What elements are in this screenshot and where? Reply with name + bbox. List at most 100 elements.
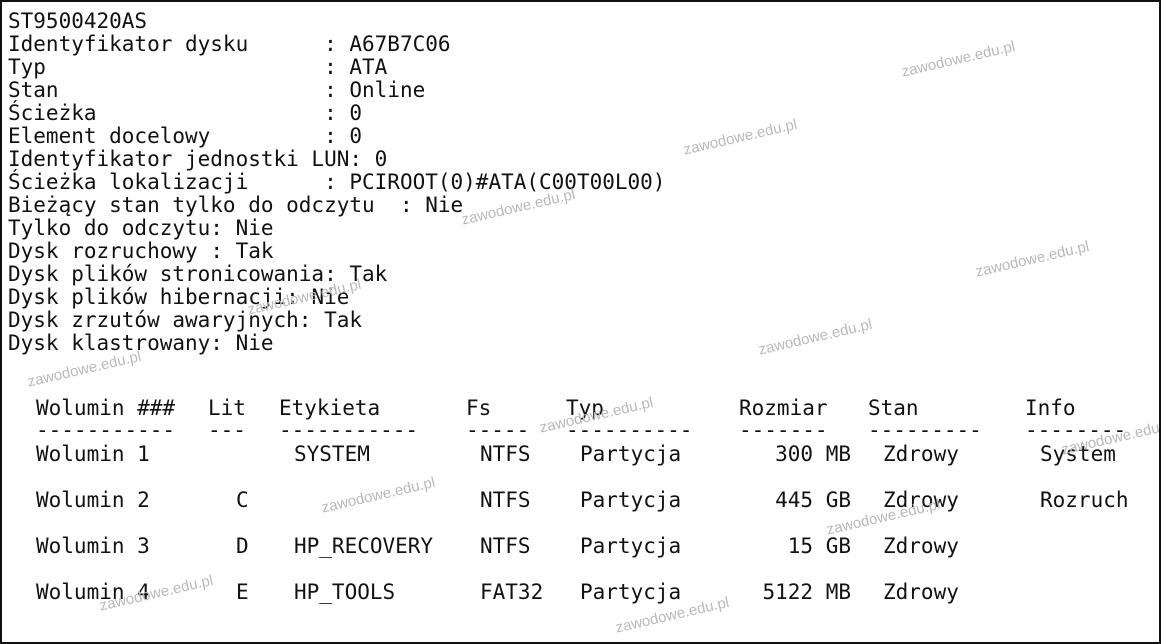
column-header: Stan: [868, 396, 919, 420]
property-value: Nie: [311, 285, 350, 309]
watermark-text: zawodowe.edu.pl: [757, 315, 874, 359]
console-output: ST9500420AS Identyfikator dysku : A67B7C…: [0, 0, 1161, 644]
property-label: Dysk plików hibernacji: [8, 285, 287, 309]
property-separator: :: [210, 239, 236, 263]
volume-status: Zdrowy: [883, 534, 959, 558]
property-value: Nie: [235, 216, 274, 240]
volume-size: 300 MB: [775, 442, 851, 466]
property-label: Dysk zrzutów awaryjnych: [8, 308, 299, 332]
property-separator: :: [324, 101, 350, 125]
column-header: Info: [1025, 396, 1076, 420]
property-label: Typ: [8, 55, 46, 79]
column-separator: -----------: [36, 424, 176, 436]
property-separator: :: [399, 193, 426, 217]
property-label: Ścieżka: [8, 101, 97, 125]
disk-property: Dysk rozruchowy : Tak: [8, 240, 665, 263]
volume-status: Zdrowy: [883, 488, 959, 512]
volume-name: Wolumin 1: [36, 442, 150, 466]
column-header: Etykieta: [279, 396, 381, 420]
disk-property: Tylko do odczytu: Nie: [8, 217, 665, 240]
property-value: Tak: [235, 239, 274, 263]
volume-size: 5122 MB: [762, 580, 851, 604]
column-separator: -------: [739, 424, 828, 436]
volume-status: Zdrowy: [883, 580, 959, 604]
property-value: Tak: [324, 308, 363, 332]
column-header: Typ: [566, 396, 604, 420]
property-label: Dysk plików stronicowania: [8, 262, 325, 286]
disk-details: ST9500420AS Identyfikator dysku : A67B7C…: [8, 10, 665, 355]
column-header: Rozmiar: [739, 396, 828, 420]
volume-fs: NTFS: [480, 442, 531, 466]
property-value: Nie: [235, 331, 274, 355]
property-value: ATA: [349, 55, 388, 79]
property-label: Ścieżka lokalizacji: [8, 170, 249, 194]
column-separator: ---: [208, 424, 246, 436]
volume-letter: D: [236, 534, 249, 558]
volume-type: Partycja: [580, 580, 682, 604]
disk-property: Identyfikator jednostki LUN: 0: [8, 148, 665, 171]
disk-property: Typ : ATA: [8, 56, 665, 79]
disk-property: Identyfikator dysku : A67B7C06: [8, 33, 665, 56]
volume-type: Partycja: [580, 534, 682, 558]
property-label: Element docelowy: [8, 124, 211, 148]
property-padding: [248, 170, 324, 194]
volume-letter: E: [236, 580, 249, 604]
disk-property: Ścieżka lokalizacji : PCIROOT(0)#ATA(C00…: [8, 171, 665, 194]
property-value: Nie: [425, 193, 464, 217]
volume-fs: FAT32: [480, 580, 544, 604]
volume-info: Rozruch: [1040, 488, 1129, 512]
column-separator: --------: [1025, 424, 1127, 436]
property-label: Identyfikator jednostki LUN: [8, 147, 350, 171]
column-header: Lit: [208, 396, 246, 420]
property-separator: :: [324, 262, 350, 286]
volume-name: Wolumin 3: [36, 534, 150, 558]
property-label: Dysk rozruchowy: [8, 239, 198, 263]
property-padding: [210, 124, 324, 148]
disk-property: Dysk plików hibernacji: Nie: [8, 286, 665, 309]
disk-property: Element docelowy : 0: [8, 125, 665, 148]
disk-property: Dysk plików stronicowania: Tak: [8, 263, 665, 286]
property-value: A67B7C06: [349, 32, 451, 56]
disk-property: Dysk zrzutów awaryjnych: Tak: [8, 309, 665, 332]
property-padding: [198, 239, 211, 263]
column-separator: -----------: [279, 424, 419, 436]
volume-label: SYSTEM: [294, 442, 370, 466]
property-padding: [375, 193, 400, 217]
column-separator: ---------: [868, 424, 982, 436]
watermark-text: zawodowe.edu.pl: [320, 473, 437, 517]
volume-size: 445 GB: [775, 488, 851, 512]
property-separator: :: [324, 170, 350, 194]
property-separator: :: [324, 32, 350, 56]
property-separator: :: [298, 308, 325, 332]
property-label: Stan: [8, 78, 59, 102]
disk-property: Stan : Online: [8, 79, 665, 102]
column-header: Wolumin ###: [36, 396, 176, 420]
volume-info: System: [1040, 442, 1116, 466]
volume-type: Partycja: [580, 488, 682, 512]
property-separator: :: [324, 78, 350, 102]
property-separator: :: [210, 331, 236, 355]
property-separator: :: [324, 124, 350, 148]
column-separator: -----: [466, 424, 530, 436]
property-label: Tylko do odczytu: [8, 216, 211, 240]
property-padding: [248, 32, 324, 56]
property-label: Identyfikator dysku: [8, 32, 249, 56]
volume-label: HP_TOOLS: [294, 580, 396, 604]
property-padding: [59, 78, 325, 102]
volume-size: 15 GB: [787, 534, 851, 558]
property-value: 0: [374, 147, 388, 171]
watermark-text: zawodowe.edu.pl: [900, 37, 1017, 81]
volume-letter: C: [236, 488, 249, 512]
property-padding: [97, 101, 325, 125]
disk-property: Bieżący stan tylko do odczytu : Nie: [8, 194, 665, 217]
column-header: Fs: [466, 396, 492, 420]
volume-status: Zdrowy: [883, 442, 959, 466]
disk-property: Dysk klastrowany: Nie: [8, 332, 665, 355]
watermark-text: zawodowe.edu.pl: [974, 237, 1091, 281]
property-value: Online: [349, 78, 426, 102]
property-label: Bieżący stan tylko do odczytu: [8, 193, 375, 217]
property-separator: :: [286, 285, 312, 309]
volume-name: Wolumin 2: [36, 488, 150, 512]
property-value: 0: [349, 124, 363, 148]
property-separator: :: [210, 216, 236, 240]
